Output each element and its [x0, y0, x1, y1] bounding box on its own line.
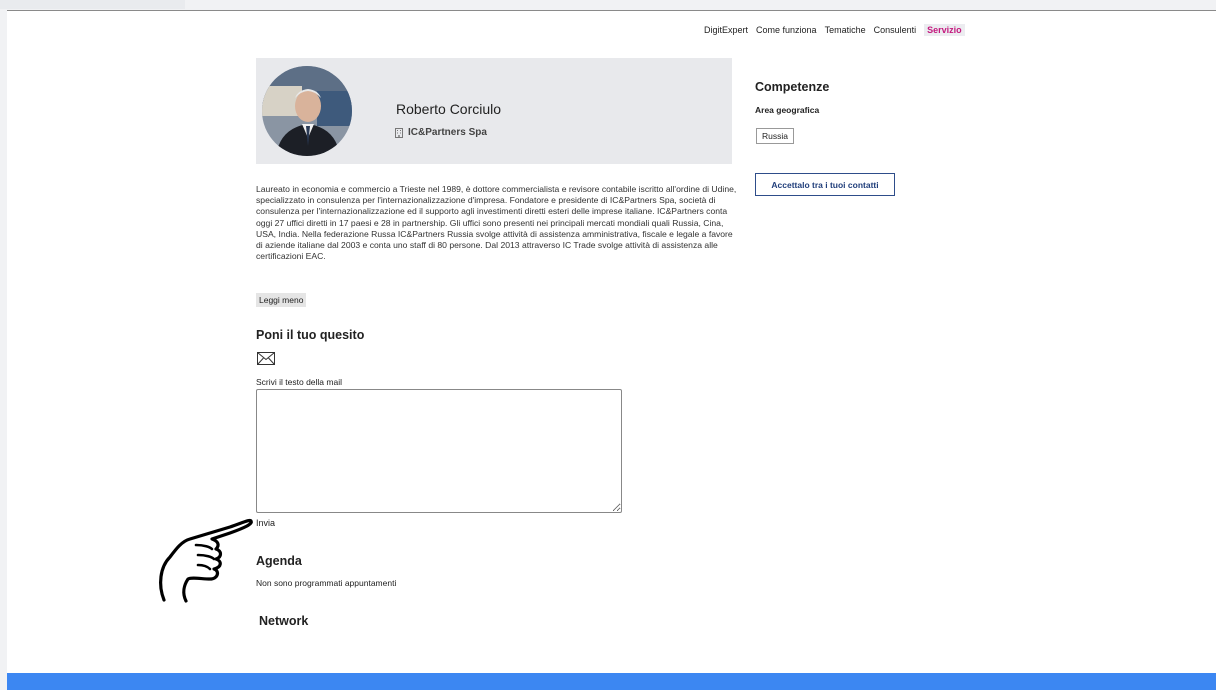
hand-pointer-icon: [159, 518, 253, 603]
profile-card: Roberto Corciulo IC&Partners Spa: [256, 58, 732, 164]
agenda-title: Agenda: [256, 554, 302, 568]
skills-title: Competenze: [755, 80, 830, 94]
geo-tag-russia: Russia: [756, 128, 794, 144]
nav-item-consulenti[interactable]: Consulenti: [874, 25, 917, 35]
profile-company-name: IC&Partners Spa: [408, 127, 487, 138]
question-section-title: Poni il tuo quesito: [256, 328, 365, 342]
nav-item-come-funziona[interactable]: Come funziona: [756, 25, 817, 35]
read-less-button[interactable]: Leggi meno: [256, 293, 307, 307]
avatar-photo: [262, 66, 352, 156]
nav-item-servizio[interactable]: Servizio: [924, 24, 965, 36]
nav-item-tematiche[interactable]: Tematiche: [825, 25, 866, 35]
top-navigation: DigitExpert Come funziona Tematiche Cons…: [704, 23, 965, 37]
building-icon: [395, 127, 403, 138]
mail-text-label: Scrivi il testo della mail: [256, 377, 342, 387]
accept-contact-button[interactable]: Accettalo tra i tuoi contatti: [755, 173, 895, 196]
envelope-icon[interactable]: [257, 352, 275, 365]
agenda-empty-text: Non sono programmati appuntamenti: [256, 578, 397, 588]
top-left-strip: [0, 0, 185, 9]
profile-name: Roberto Corciulo: [396, 101, 502, 117]
geo-area-label: Area geografica: [755, 105, 820, 115]
profile-company: IC&Partners Spa: [395, 127, 487, 138]
network-title: Network: [259, 614, 309, 628]
avatar: [262, 66, 352, 156]
profile-bio: Laureato in economia e commercio a Tries…: [256, 184, 737, 262]
mail-text-input[interactable]: [256, 389, 622, 513]
footer-bar: [7, 673, 1216, 690]
nav-item-digitexpert[interactable]: DigitExpert: [704, 25, 748, 35]
